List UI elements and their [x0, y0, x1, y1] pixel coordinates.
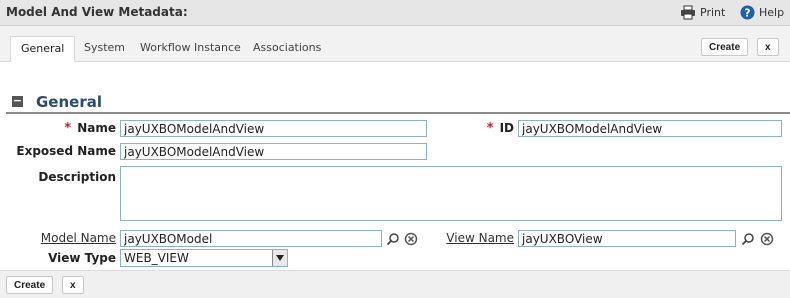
view-type-label: View Type	[48, 251, 116, 265]
chevron-down-icon[interactable]	[272, 250, 287, 266]
print-button[interactable]: Print	[680, 5, 725, 20]
title-bar: Model And View Metadata: Print ? Help	[0, 0, 790, 26]
exposed-name-field[interactable]	[120, 143, 427, 160]
exposed-name-label: Exposed Name	[16, 144, 116, 158]
id-field[interactable]	[518, 120, 782, 137]
collapse-icon[interactable]: −	[12, 95, 23, 107]
view-type-select[interactable]: WEB_VIEW	[120, 249, 288, 267]
section-title: General	[36, 93, 102, 111]
help-icon: ?	[740, 5, 755, 20]
tab-general[interactable]: General	[10, 36, 76, 62]
description-label: Description	[38, 170, 116, 184]
help-label: Help	[759, 6, 785, 19]
tab-bar: General System Workflow Instance Associa…	[0, 26, 790, 62]
view-search-icon[interactable]	[741, 232, 755, 246]
printer-icon	[681, 5, 695, 20]
section-header: − General	[6, 92, 790, 114]
svg-text:?: ?	[744, 7, 750, 20]
required-marker: *	[486, 121, 494, 136]
model-clear-icon[interactable]	[404, 232, 418, 246]
description-field[interactable]	[120, 166, 782, 221]
print-label: Print	[700, 6, 726, 19]
model-name-link[interactable]: Model Name	[10, 231, 116, 245]
footer-close-button[interactable]: x	[62, 276, 84, 294]
help-button[interactable]: ? Help	[740, 5, 784, 20]
tab-system[interactable]: System	[74, 36, 135, 62]
create-button[interactable]: Create	[701, 38, 749, 56]
tab-associations[interactable]: Associations	[243, 36, 331, 62]
page-title: Model And View Metadata:	[6, 5, 188, 19]
model-name-field[interactable]	[120, 230, 382, 247]
footer-bar: Create x	[0, 270, 790, 298]
required-marker: *	[64, 121, 72, 136]
view-type-value: WEB_VIEW	[124, 251, 189, 265]
model-search-icon[interactable]	[386, 232, 400, 246]
view-name-field[interactable]	[518, 230, 736, 247]
view-name-link[interactable]: View Name	[440, 231, 514, 245]
footer-create-button[interactable]: Create	[6, 276, 54, 294]
name-label: * Name	[64, 121, 116, 136]
close-button[interactable]: x	[757, 38, 779, 56]
name-field[interactable]	[120, 120, 427, 137]
id-label: * ID	[486, 121, 514, 136]
tab-workflow-instance[interactable]: Workflow Instance	[130, 36, 251, 62]
view-clear-icon[interactable]	[760, 232, 774, 246]
